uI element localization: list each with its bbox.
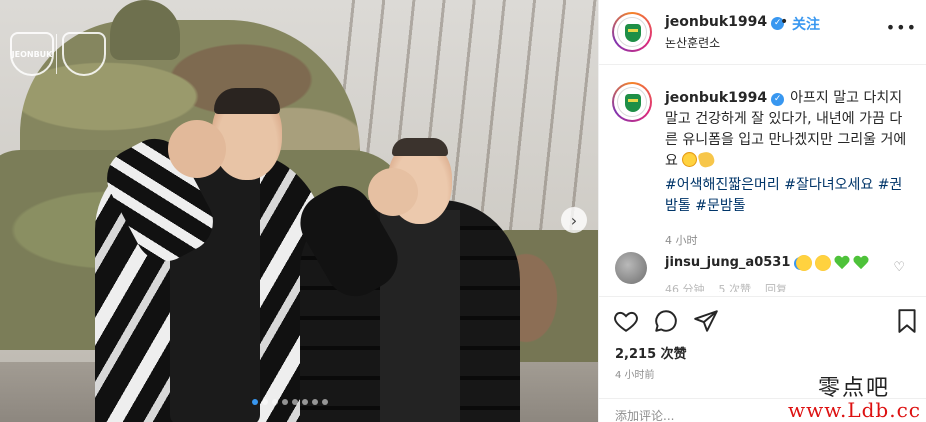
post-header: jeonbuk1994 ✓ • 关注 논산훈련소 ••• [599,0,926,65]
commenter-username[interactable]: jinsu_jung_a0531✓ [665,255,808,270]
grinning-sweat-emoji-icon [815,255,831,271]
follow-separator: • [780,14,789,30]
club-crest-icon [617,87,647,117]
carousel-next-button[interactable]: › [561,207,587,233]
carousel-dot [292,399,298,405]
comment-body [796,255,869,271]
green-heart-emoji-icon [853,255,869,271]
post-location[interactable]: 논산훈련소 [665,34,720,51]
carousel-dot [262,399,268,405]
hashtag-link[interactable]: #잘다녀오세요 [784,177,873,193]
add-comment-input[interactable] [615,409,815,422]
comment-timestamp: 46 分钟 [665,283,705,292]
carousel-dot [252,399,258,405]
crying-face-emoji-icon [682,152,698,167]
post-timestamp: 4 小时前 [615,370,655,381]
save-bookmark-icon[interactable] [894,308,920,334]
share-paper-plane-icon[interactable] [693,308,719,334]
like-heart-icon[interactable] [613,308,639,334]
carousel-dot [272,399,278,405]
post-photo[interactable]: JEONBUK › [0,0,598,422]
person-left-hand [168,120,226,178]
person-right-hand [368,168,418,216]
hashtag-link[interactable]: #문밤톨 [695,198,745,214]
carousel-dot [282,399,288,405]
person-left-hair [214,88,280,114]
chevron-right-icon: › [570,210,578,230]
like-count[interactable]: 2,215 次赞 [615,343,687,362]
author-avatar[interactable] [612,12,652,52]
commenter-avatar[interactable] [615,252,647,284]
comment-reply-button[interactable]: 回复 [765,281,787,292]
carousel-dot [302,399,308,405]
comment-bubble-icon[interactable] [653,308,679,334]
green-heart-emoji-icon [834,255,850,271]
caption-hashtags: #어색해진짧은머리 #잘다녀오세요 #권밤톨 #문밤톨 [665,175,915,217]
carousel-indicator [252,399,328,405]
carousel-dot [322,399,328,405]
logo-divider [56,34,57,74]
comment-like-heart-icon[interactable]: ♡ [893,260,905,275]
author-username[interactable]: jeonbuk1994 ✓ [665,14,785,30]
follow-button[interactable]: 关注 [792,14,820,34]
hashtag-link[interactable]: #어색해진짧은머리 [665,177,780,193]
caption-timestamp: 4 小时 [665,234,698,247]
club-crest-icon [617,17,647,47]
caption-author-avatar[interactable] [612,82,652,122]
verified-badge-icon: ✓ [771,93,785,106]
post-side-panel: jeonbuk1994 ✓ • 关注 논산훈련소 ••• jeonbuk1994 ✓… [598,0,926,422]
clapping-hands-emoji-icon [697,150,717,169]
anniversary-logo-mark [62,32,106,76]
more-options-icon[interactable]: ••• [886,18,917,37]
carousel-dot [312,399,318,405]
caption-text: jeonbuk1994 ✓ 아프지 말고 다치지 말고 건강하게 잘 있다가, 내년… [665,88,915,172]
watermark-url: www.Ldb.cc [788,398,921,422]
caption-username[interactable]: jeonbuk1994 ✓ [665,90,785,106]
comment-like-count[interactable]: 5 次赞 [719,281,752,292]
comment-meta: 46 分钟 5 次赞 回复 [665,281,787,292]
post-actions [599,296,926,344]
person-right-hair [392,138,448,156]
club-logo-mark: JEONBUK [10,32,54,76]
grinning-sweat-emoji-icon [796,255,812,271]
